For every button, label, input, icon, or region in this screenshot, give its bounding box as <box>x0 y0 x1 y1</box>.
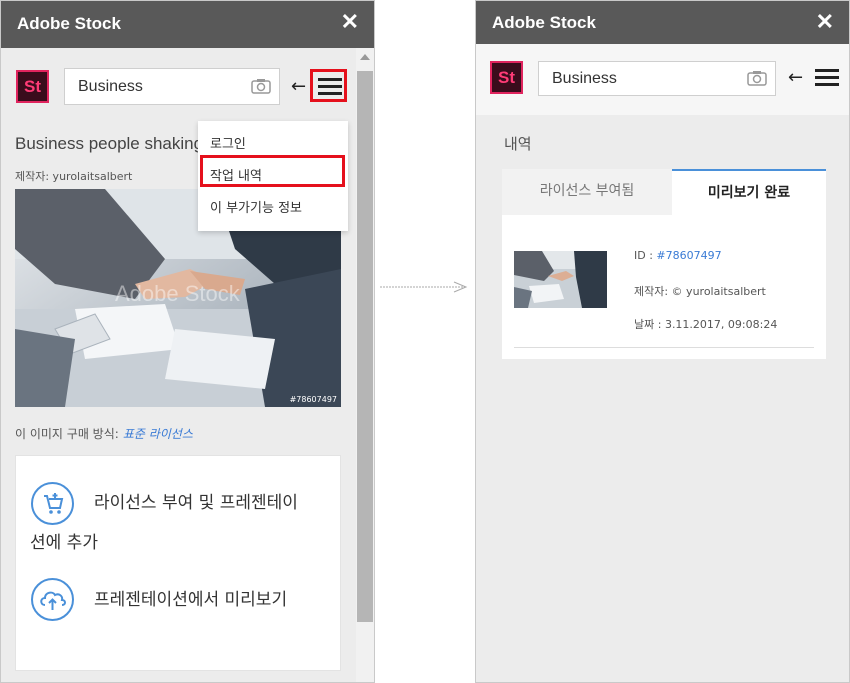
entry-date: 날짜 : 3.11.2017, 09:08:24 <box>634 318 778 331</box>
menu-item-about[interactable]: 이 부가기능 정보 <box>210 197 302 216</box>
close-icon[interactable]: ✕ <box>341 11 359 33</box>
photo-id: #78607497 <box>289 395 337 404</box>
camera-icon[interactable] <box>251 78 271 94</box>
scrollbar[interactable] <box>356 48 374 682</box>
tab-preview-done[interactable]: 미리보기 완료 <box>672 169 826 215</box>
title-bar: Adobe Stock ✕ <box>476 1 849 44</box>
scroll-up-icon[interactable] <box>360 54 370 60</box>
menu-highlight-box <box>310 69 347 102</box>
license-prefix: 이 이미지 구매 방식: <box>15 427 119 441</box>
adobe-stock-logo: St <box>16 70 49 103</box>
cloud-upload-icon[interactable] <box>31 578 74 621</box>
search-value: Business <box>552 70 617 87</box>
history-heading: 내역 <box>504 135 532 153</box>
license-add-text-1[interactable]: 라이선스 부여 및 프레젠테이 <box>94 484 298 523</box>
entry-creator: 제작자: © yurolaitsalbert <box>634 285 766 298</box>
back-arrow-icon[interactable]: ← <box>291 76 306 97</box>
hamburger-menu-icon[interactable] <box>815 69 839 87</box>
entry-id-value[interactable]: #78607497 <box>656 249 721 262</box>
app-title: Adobe Stock <box>492 13 596 32</box>
license-link[interactable]: 표준 라이선스 <box>123 427 193 441</box>
search-input[interactable]: Business <box>64 68 280 105</box>
history-highlight-box <box>200 155 345 187</box>
entry-id: ID : #78607497 <box>634 249 722 262</box>
app-title: Adobe Stock <box>17 14 121 33</box>
actions-card: 라이선스 부여 및 프레젠테이 션에 추가 프레젠테이션에서 미리보기 <box>15 455 341 671</box>
scrollbar-thumb[interactable] <box>356 70 374 623</box>
close-icon[interactable]: ✕ <box>816 11 834 33</box>
history-tabs: 라이선스 부여됨 미리보기 완료 <box>502 169 826 215</box>
license-add-text-2[interactable]: 션에 추가 <box>30 524 98 563</box>
left-panel: Adobe Stock ✕ St Business ← Business peo… <box>0 0 375 683</box>
title-bar: Adobe Stock ✕ <box>1 1 374 48</box>
search-value: Business <box>78 78 143 95</box>
watermark: Adobe Stock <box>115 281 240 306</box>
menu-item-login[interactable]: 로그인 <box>210 133 246 152</box>
handshake-thumbnail <box>514 251 607 308</box>
tab-licensed[interactable]: 라이선스 부여됨 <box>502 169 672 215</box>
entry-thumbnail[interactable] <box>514 251 607 308</box>
license-info: 이 이미지 구매 방식: 표준 라이선스 <box>15 425 193 442</box>
entry-id-prefix: ID : <box>634 249 657 262</box>
camera-icon[interactable] <box>747 70 767 86</box>
adobe-stock-logo: St <box>490 61 523 94</box>
preview-text[interactable]: 프레젠테이션에서 미리보기 <box>94 581 287 620</box>
divider <box>514 347 814 348</box>
search-input[interactable]: Business <box>538 61 776 96</box>
cart-add-icon[interactable] <box>31 482 74 525</box>
back-arrow-icon[interactable]: ← <box>788 67 803 88</box>
creator-line: 제작자: yurolaitsalbert <box>15 170 133 183</box>
history-entry: ID : #78607497 제작자: © yurolaitsalbert 날짜… <box>502 215 826 359</box>
right-arrow-icon <box>380 281 468 293</box>
right-panel: Adobe Stock ✕ St Business ← 내역 라이선스 부여됨 … <box>475 0 850 683</box>
image-title: Business people shaking <box>15 134 204 153</box>
